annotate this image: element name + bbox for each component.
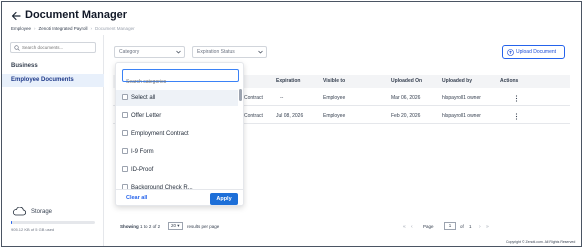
checkbox[interactable] bbox=[122, 130, 128, 136]
chevron-down-icon bbox=[176, 50, 181, 54]
uploaded-by-cell: hlspayroll1 owner bbox=[442, 113, 481, 119]
page-label: Page bbox=[423, 224, 434, 229]
breadcrumb-separator: › bbox=[90, 26, 93, 31]
storage-label: Storage bbox=[31, 209, 53, 215]
breadcrumb: Employee › Zenoti Integrated Payroll › Docum… bbox=[11, 26, 135, 31]
checkbox[interactable] bbox=[122, 112, 128, 118]
column-header-visible-to[interactable]: Visible to bbox=[323, 75, 345, 88]
option-label: Offer Letter bbox=[131, 113, 162, 119]
storage-progress-fill bbox=[11, 221, 12, 224]
checkbox[interactable] bbox=[122, 148, 128, 154]
more-actions-icon[interactable] bbox=[515, 113, 518, 120]
sidebar-item-business[interactable]: Business bbox=[2, 60, 104, 73]
document-name-cell: Contract bbox=[244, 113, 263, 119]
prev-page-icon[interactable]: ‹ bbox=[411, 224, 413, 230]
sidebar-search-input[interactable] bbox=[22, 43, 94, 52]
page-size-select[interactable]: 20 ▾ bbox=[168, 222, 183, 230]
sidebar: Business Employee Documents Storage 905.… bbox=[2, 35, 104, 246]
column-header-expiration[interactable]: Expiration bbox=[276, 75, 300, 88]
of-pages-label: of bbox=[460, 224, 464, 229]
upload-document-label: Upload Document bbox=[516, 49, 557, 55]
option-label: ID-Proof bbox=[131, 167, 154, 173]
option-i9-form[interactable]: I-9 Form bbox=[116, 144, 238, 160]
checkbox[interactable] bbox=[122, 94, 128, 100]
category-filter[interactable]: Category bbox=[114, 46, 185, 58]
apply-button[interactable]: Apply bbox=[210, 193, 238, 205]
column-header-uploaded-by[interactable]: Uploaded by bbox=[442, 75, 472, 88]
option-id-proof[interactable]: ID-Proof bbox=[116, 162, 238, 178]
app-window: Document Manager Employee › Zenoti Integra… bbox=[1, 1, 582, 247]
visible-to-cell: Employee bbox=[323, 113, 346, 119]
page-title: Document Manager bbox=[25, 9, 128, 21]
cloud-icon bbox=[12, 207, 26, 216]
category-filter-label: Category bbox=[119, 49, 140, 55]
range-to: 2 bbox=[148, 224, 152, 229]
expiration-filter-label: Expiration Status bbox=[197, 49, 235, 55]
category-search-input[interactable] bbox=[123, 76, 238, 88]
breadcrumb-item-current: Document Manager bbox=[95, 26, 135, 31]
uploaded-by-cell: hlspayroll1 owner bbox=[442, 95, 481, 101]
copyright-text: Copyright © Zenoti.com. All Rights Reser… bbox=[506, 240, 576, 244]
total-pages: 1 bbox=[469, 224, 472, 229]
page-header: Document Manager Employee › Zenoti Integra… bbox=[2, 2, 581, 34]
sidebar-item-employee-documents[interactable]: Employee Documents bbox=[2, 74, 104, 87]
option-label: Select all bbox=[131, 95, 156, 101]
option-label: Employment Contract bbox=[131, 131, 189, 137]
category-dropdown: Select all Offer Letter Employment Contr… bbox=[115, 62, 244, 206]
upload-document-button[interactable]: Upload Document bbox=[502, 45, 565, 59]
pagination-bar: Showing 1 to 2 of 2 20 ▾ results per pag… bbox=[113, 221, 570, 233]
column-header-uploaded-on[interactable]: Uploaded On bbox=[391, 75, 422, 88]
breadcrumb-item-employee[interactable]: Employee bbox=[11, 26, 31, 31]
option-select-all[interactable]: Select all bbox=[116, 90, 238, 106]
upload-icon bbox=[507, 49, 514, 56]
option-employment-contract[interactable]: Employment Contract bbox=[116, 126, 238, 142]
uploaded-on-cell: Mar 06, 2026 bbox=[391, 95, 421, 101]
expiration-cell: Jul 08, 2026 bbox=[276, 113, 304, 119]
range-from: 1 bbox=[140, 224, 143, 229]
visible-to-cell: Employee bbox=[323, 95, 346, 101]
first-page-icon[interactable]: « bbox=[403, 224, 406, 230]
breadcrumb-separator: › bbox=[34, 26, 36, 31]
expiration-cell: -- bbox=[280, 95, 284, 101]
last-page-icon[interactable]: » bbox=[486, 224, 489, 230]
scrollbar-thumb[interactable] bbox=[239, 89, 242, 101]
uploaded-on-cell: Feb 20, 2026 bbox=[391, 113, 421, 119]
clear-all-button[interactable]: Clear all bbox=[126, 195, 147, 201]
checkbox[interactable] bbox=[122, 166, 128, 172]
of-word: of bbox=[152, 224, 157, 229]
option-offer-letter[interactable]: Offer Letter bbox=[116, 108, 238, 124]
back-arrow-icon[interactable] bbox=[11, 11, 21, 21]
document-name-cell: Contract bbox=[244, 95, 263, 101]
search-icon bbox=[14, 45, 20, 51]
column-header-actions: Actions bbox=[500, 78, 519, 84]
dropdown-footer: Clear all Apply bbox=[116, 189, 243, 205]
expiration-status-filter[interactable]: Expiration Status bbox=[192, 46, 267, 58]
breadcrumb-item-payroll[interactable]: Zenoti Integrated Payroll bbox=[39, 26, 88, 31]
showing-label: Showing bbox=[120, 224, 139, 229]
current-page-input[interactable]: 1 bbox=[444, 222, 456, 230]
storage-progress-bar bbox=[11, 221, 95, 224]
pagination-summary: Showing 1 to 2 of 2 bbox=[120, 224, 160, 229]
storage-usage-text: 905.12 KB of 5 GB used bbox=[11, 227, 55, 232]
more-actions-icon[interactable] bbox=[515, 95, 518, 102]
sidebar-search[interactable] bbox=[10, 42, 96, 53]
category-search[interactable] bbox=[122, 69, 239, 88]
total-count: 2 bbox=[157, 224, 161, 229]
to-word: to bbox=[143, 224, 148, 229]
results-per-page-label: results per page bbox=[187, 224, 220, 229]
page-size-value: 20 bbox=[171, 223, 177, 228]
dropdown-scrollbar[interactable] bbox=[239, 89, 242, 189]
option-label: I-9 Form bbox=[131, 149, 154, 155]
next-page-icon[interactable]: › bbox=[479, 224, 481, 230]
chevron-down-icon bbox=[258, 50, 263, 54]
